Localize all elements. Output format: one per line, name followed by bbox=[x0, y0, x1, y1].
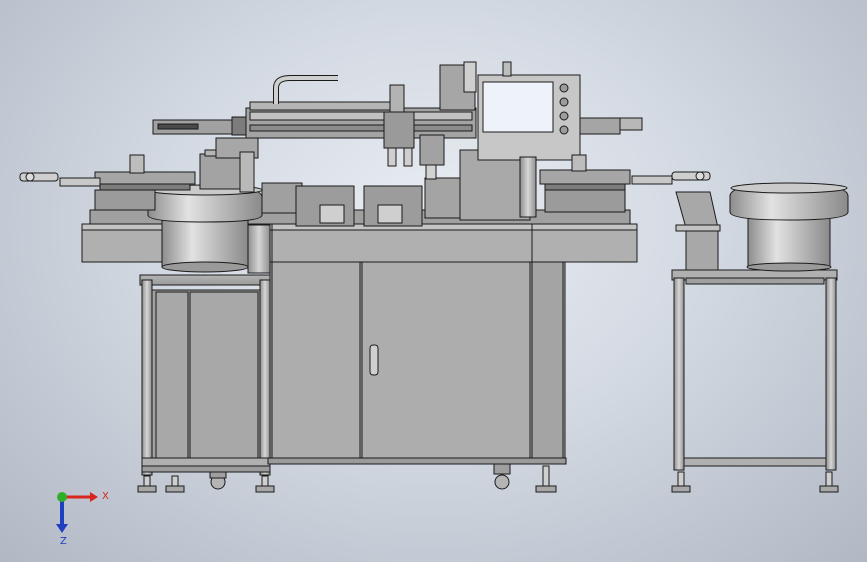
coordinate-triad: X Z bbox=[56, 491, 109, 547]
left-feeder-stand bbox=[139, 274, 273, 476]
assembly-drawing: X Z bbox=[19, 61, 849, 547]
x-axis-label: X bbox=[102, 491, 109, 502]
hmi-screen bbox=[482, 81, 554, 133]
main-cabinet bbox=[267, 259, 567, 465]
y-axis-dot bbox=[57, 492, 67, 502]
right-bowl-feeder bbox=[729, 182, 849, 272]
z-axis-label: Z bbox=[60, 536, 67, 547]
cylinder-post bbox=[519, 156, 537, 218]
cabinet-door-handle bbox=[369, 344, 379, 376]
cad-viewport[interactable]: X Z bbox=[0, 0, 867, 562]
